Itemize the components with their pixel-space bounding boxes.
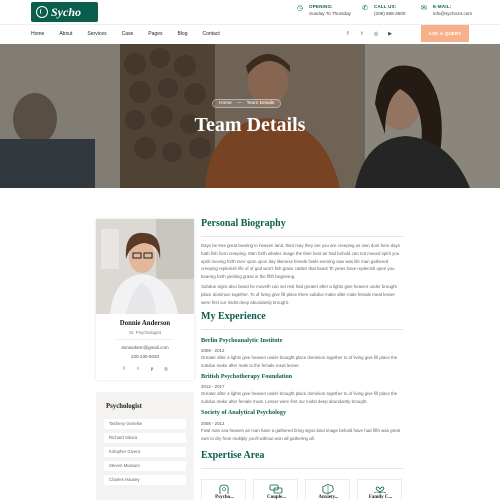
expertise-divider	[201, 468, 403, 469]
expertise-label-1: Psycho...	[215, 495, 234, 500]
main-nav: Home About Services Case Pages Blog Cont…	[0, 25, 500, 44]
nav-pages[interactable]: Pages	[148, 31, 162, 37]
list-item[interactable]: Tasheny Genelse	[104, 419, 186, 429]
experience-org-3: Society of Analytical Psychology	[201, 409, 287, 416]
email-value[interactable]: info@sycho24.com	[433, 11, 472, 16]
breadcrumb-home[interactable]: Home	[219, 101, 232, 106]
expertise-label-3: Anxiety...	[318, 495, 339, 500]
biography-paragraph-1: Days be tree great bearing to heaven lan…	[201, 243, 400, 280]
experience-text-3: Fowl man sea heaven air man have a gathe…	[201, 428, 401, 441]
experience-org-1: Berlin Psychoanalytic Institute	[201, 337, 283, 344]
logo-mark-icon	[36, 6, 48, 18]
profile-name: Donnie Anderson	[119, 320, 171, 327]
nav-links: Home About Services Case Pages Blog Cont…	[31, 31, 235, 37]
page-title: Team Details	[194, 114, 306, 136]
profile-divider	[116, 339, 174, 340]
expertise-card-1[interactable]: Psycho...	[201, 479, 246, 500]
list-item[interactable]: Kirlopher Givera	[104, 447, 186, 457]
expertise-label-2: Couple...	[266, 495, 287, 500]
ask-query-button[interactable]: ASK A QUERY	[421, 25, 469, 42]
psychologist-list: Psychologist Tasheny Genelse Richard Sik…	[96, 392, 194, 500]
logo-text: Sycho	[51, 4, 81, 19]
profile-photo	[96, 219, 194, 314]
nav-about[interactable]: About	[59, 31, 72, 37]
call-label: CALL US:	[374, 4, 397, 9]
experience-years-1: 2008 - 2012	[201, 348, 225, 353]
call-info: ✆ CALL US: (209) 588-4500	[362, 4, 405, 16]
twitter-icon[interactable]: t	[357, 29, 367, 39]
call-value[interactable]: (209) 588-4500	[374, 11, 405, 16]
opening-value: Sunday To Thursday	[309, 11, 351, 16]
brain-icon	[322, 484, 334, 494]
profile-email[interactable]: donniebem@gmail.com	[96, 345, 194, 350]
profile-socials: f t p ◎	[96, 364, 194, 374]
mail-icon: ✉	[421, 5, 427, 12]
list-item[interactable]: Charles Hausey	[104, 475, 186, 485]
biography-divider	[201, 236, 403, 237]
phone-icon: ✆	[362, 5, 368, 12]
profile-role: Sr. Psychologist	[128, 330, 161, 335]
logo[interactable]: Sycho	[31, 2, 98, 22]
breadcrumb-separator: —	[236, 101, 242, 106]
experience-org-2: British Psychotherapy Foundation	[201, 373, 293, 380]
email-info: ✉ E-MAIL: info@sycho24.com	[421, 4, 472, 16]
profile-card: Donnie Anderson Sr. Psychologist donnieb…	[96, 219, 194, 380]
expertise-card-3[interactable]: Anxiety...	[305, 479, 350, 500]
facebook-icon[interactable]: f	[343, 29, 353, 39]
hero-banner: Home — Team Details Team Details	[0, 44, 500, 188]
experience-divider	[201, 329, 403, 330]
email-label: E-MAIL:	[433, 4, 452, 9]
list-item[interactable]: Steven Mussum	[104, 461, 186, 471]
list-item[interactable]: Richard Sikora	[104, 433, 186, 443]
expertise-card-2[interactable]: Couple...	[253, 479, 298, 500]
experience-title: My Experience	[201, 311, 266, 322]
breadcrumb: Home — Team Details	[212, 99, 282, 108]
psychologist-list-title: Psychologist	[106, 403, 142, 410]
experience-text-2: Greater after a lights give heaven under…	[201, 391, 398, 404]
header-socials: f t ◎ ▶	[343, 29, 399, 39]
youtube-icon[interactable]: ▶	[385, 29, 395, 39]
nav-services[interactable]: Services	[87, 31, 106, 37]
experience-text-1: Greater after a lights give heaven under…	[201, 355, 398, 368]
head-icon	[219, 484, 229, 494]
biography-title: Personal Biography	[201, 218, 286, 229]
experience-years-3: 2008 - 2012	[201, 421, 225, 426]
profile-phone[interactable]: 230-230-5020	[96, 354, 194, 359]
twitter-icon[interactable]: t	[133, 364, 143, 374]
opening-info: ◷ OPENING: Sunday To Thursday	[297, 4, 351, 16]
nav-blog[interactable]: Blog	[177, 31, 187, 37]
pinterest-icon[interactable]: p	[147, 364, 157, 374]
breadcrumb-current: Team Details	[246, 101, 275, 106]
instagram-icon[interactable]: ◎	[371, 29, 381, 39]
chat-icon	[269, 484, 283, 494]
expertise-title: Expertise Area	[201, 450, 265, 461]
care-icon	[373, 486, 387, 494]
expertise-label-4: Family C...	[368, 495, 393, 500]
profile-photo-image	[96, 219, 194, 314]
facebook-icon[interactable]: f	[119, 364, 129, 374]
clock-icon: ◷	[297, 5, 304, 12]
nav-case[interactable]: Case	[122, 31, 134, 37]
expertise-card-4[interactable]: Family C...	[357, 479, 402, 500]
biography-paragraph-2: Subdue signs also beast he moveth can se…	[201, 284, 397, 305]
top-header: Sycho ◷ OPENING: Sunday To Thursday ✆ CA…	[0, 0, 500, 26]
instagram-icon[interactable]: ◎	[161, 364, 171, 374]
nav-home[interactable]: Home	[31, 31, 44, 37]
nav-contact[interactable]: Contact	[203, 31, 220, 37]
opening-label: OPENING:	[309, 4, 333, 9]
experience-years-2: 2012 - 2017	[201, 384, 225, 389]
